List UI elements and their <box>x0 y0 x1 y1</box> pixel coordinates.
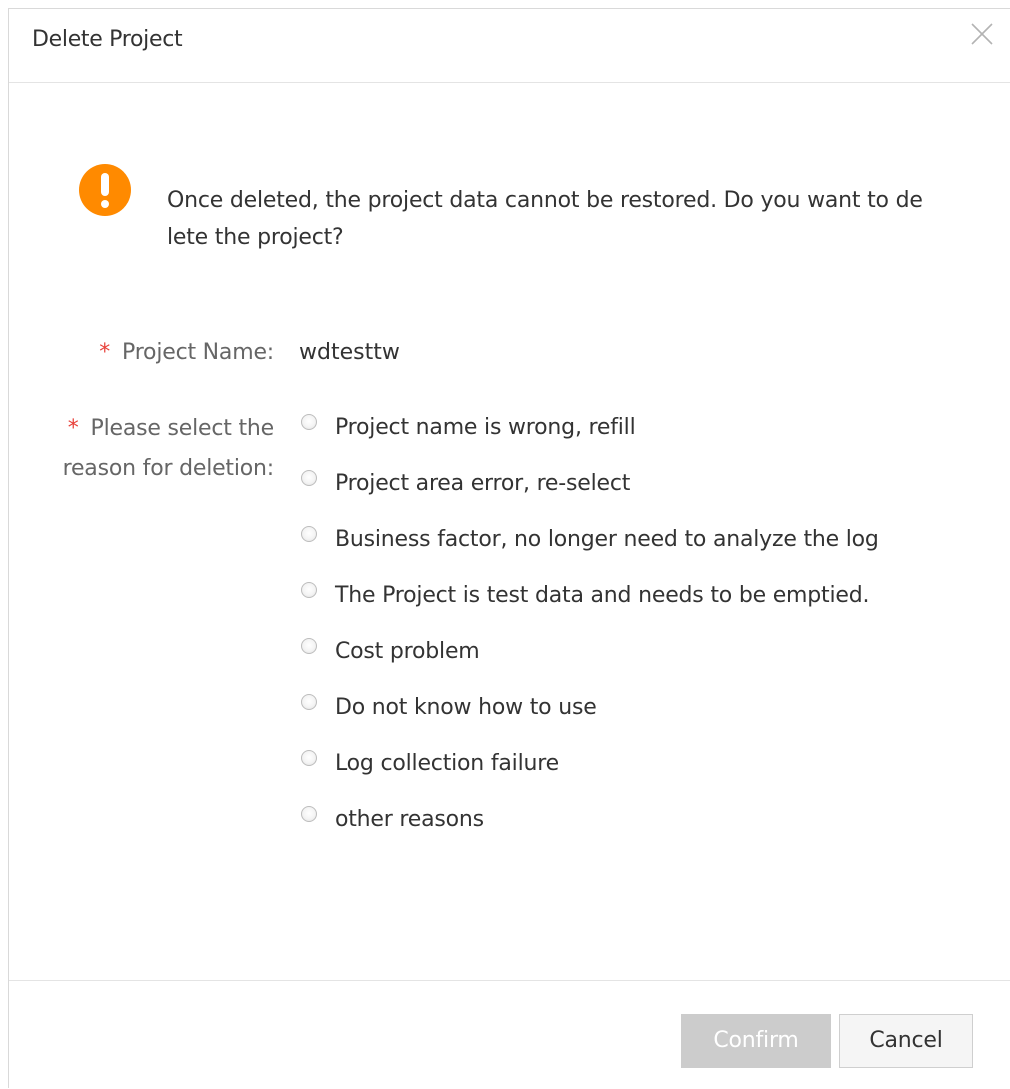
dialog-header: Delete Project <box>9 9 1010 83</box>
warning-icon <box>79 164 131 216</box>
required-mark: * <box>67 416 79 441</box>
required-mark: * <box>99 340 111 365</box>
reason-option[interactable]: Business factor, no longer need to analy… <box>299 521 899 558</box>
dialog-footer: Confirm Cancel <box>9 980 1010 1089</box>
reason-label: * Please select the reason for deletion: <box>29 409 275 489</box>
radio-button[interactable] <box>301 750 317 766</box>
project-name-label-text: Project Name: <box>122 340 274 365</box>
reason-option-label: Project area error, re-select <box>335 471 631 496</box>
project-name-value: wdtesttw <box>299 340 400 365</box>
dialog-title: Delete Project <box>32 27 183 52</box>
reason-option[interactable]: Project area error, re-select <box>299 465 899 502</box>
reason-option[interactable]: Cost problem <box>299 633 899 670</box>
confirm-button[interactable]: Confirm <box>681 1014 831 1068</box>
radio-button[interactable] <box>301 638 317 654</box>
radio-button[interactable] <box>301 806 317 822</box>
reason-option-label: The Project is test data and needs to be… <box>335 583 870 608</box>
reason-option[interactable]: Log collection failure <box>299 745 899 782</box>
reason-option-label: Cost problem <box>335 639 480 664</box>
reason-option[interactable]: The Project is test data and needs to be… <box>299 577 899 614</box>
radio-button[interactable] <box>301 582 317 598</box>
reason-radio-group: Project name is wrong, refill Project ar… <box>299 409 899 857</box>
reason-option-label: Do not know how to use <box>335 695 597 720</box>
cancel-button[interactable]: Cancel <box>839 1014 973 1068</box>
reason-option[interactable]: other reasons <box>299 801 899 838</box>
reason-option-label: Project name is wrong, refill <box>335 415 636 440</box>
radio-button[interactable] <box>301 470 317 486</box>
reason-option[interactable]: Project name is wrong, refill <box>299 409 899 446</box>
project-name-label: * Project Name: <box>29 334 274 371</box>
reason-label-text: Please select the reason for deletion: <box>62 416 275 481</box>
radio-button[interactable] <box>301 414 317 430</box>
reason-option-label: other reasons <box>335 807 484 832</box>
radio-button[interactable] <box>301 526 317 542</box>
delete-project-dialog: Delete Project Once deleted, the project… <box>8 8 1010 1088</box>
radio-button[interactable] <box>301 694 317 710</box>
warning-message: Once deleted, the project data cannot be… <box>167 188 923 250</box>
reason-option-label: Business factor, no longer need to analy… <box>335 527 879 552</box>
close-icon[interactable] <box>968 20 996 48</box>
reason-option[interactable]: Do not know how to use <box>299 689 899 726</box>
reason-option-label: Log collection failure <box>335 751 559 776</box>
